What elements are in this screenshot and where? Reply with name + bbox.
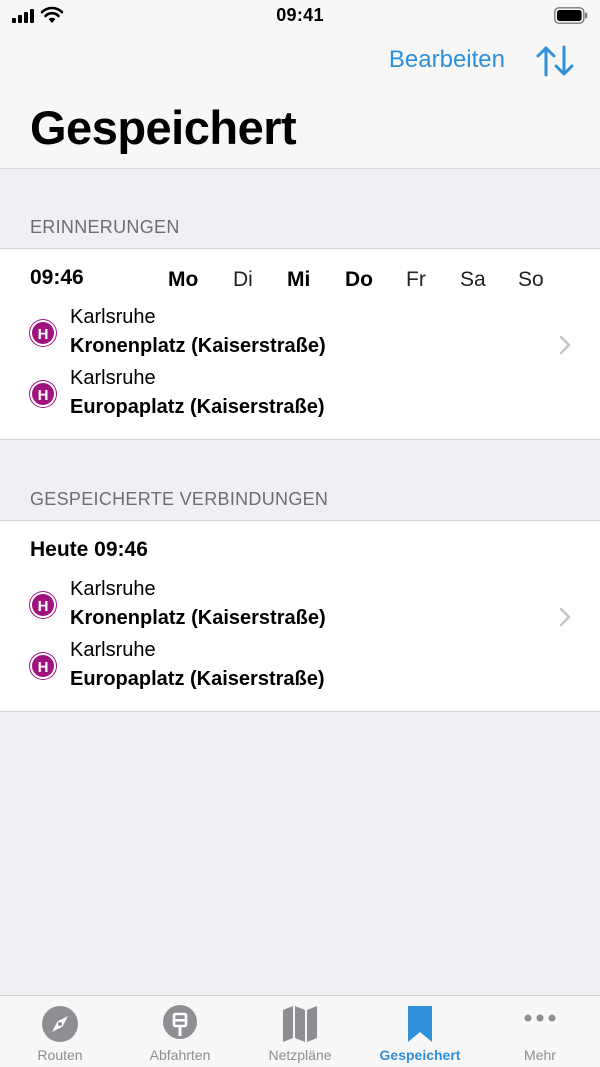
destination-stop: H Karlsruhe Europaplatz (Kaiserstraße) [30, 639, 550, 695]
origin-stop: H Karlsruhe Kronenplatz (Kaiserstraße) [30, 306, 550, 362]
sort-arrows-icon [536, 45, 574, 77]
stop-icon: H [30, 381, 56, 407]
navigation-bar: Bearbeiten Gespeichert [0, 32, 600, 169]
stop-icon: H [30, 320, 56, 346]
tab-netzplaene[interactable]: Netzpläne [240, 996, 360, 1067]
weekday-mi: Mi [287, 268, 311, 291]
battery-icon [554, 7, 588, 24]
map-icon [283, 1006, 317, 1042]
saved-connection-card[interactable]: Heute 09:46 H Karlsruhe Kronenplatz (Kai… [0, 520, 600, 712]
tab-label: Abfahrten [149, 1047, 211, 1063]
weekday-mo: Mo [168, 268, 199, 291]
compass-icon [42, 1006, 78, 1042]
tab-mehr[interactable]: Mehr [480, 996, 600, 1067]
tab-abfahrten[interactable]: Abfahrten [120, 996, 240, 1067]
stop-city: Karlsruhe [70, 639, 156, 661]
stop-name: Kronenplatz (Kaiserstraße) [70, 335, 326, 357]
saved-connections-section-header: GESPEICHERTE VERBINDUNGEN [30, 489, 329, 509]
tab-gespeichert[interactable]: Gespeichert [360, 996, 480, 1067]
tab-routen[interactable]: Routen [0, 996, 120, 1067]
page-title: Gespeichert [30, 101, 297, 154]
status-bar: 09:41 [0, 0, 600, 32]
weekday-di: Di [233, 268, 253, 291]
connection-time: Heute 09:46 [30, 538, 148, 561]
reminder-card[interactable]: 09:46 Mo Di Mi Do Fr Sa So H Karlsruhe K… [0, 248, 600, 440]
bookmark-icon [408, 1006, 432, 1042]
stop-name: Europaplatz (Kaiserstraße) [70, 396, 325, 418]
weekday-fr: Fr [406, 268, 426, 291]
stop-sign-icon [163, 1005, 197, 1039]
sort-button[interactable] [536, 44, 574, 78]
stop-name: Kronenplatz (Kaiserstraße) [70, 607, 326, 629]
stop-city: Karlsruhe [70, 306, 156, 328]
stop-name: Europaplatz (Kaiserstraße) [70, 668, 325, 690]
status-time: 09:41 [276, 5, 324, 25]
stop-icon: H [30, 653, 56, 679]
stop-city: Karlsruhe [70, 578, 156, 600]
destination-stop: H Karlsruhe Europaplatz (Kaiserstraße) [30, 367, 550, 423]
tab-label: Netzpläne [268, 1047, 332, 1063]
chevron-right-icon [559, 335, 571, 355]
weekday-so: So [518, 268, 544, 291]
tab-label: Mehr [524, 1047, 556, 1063]
stop-city: Karlsruhe [70, 367, 156, 389]
edit-button[interactable]: Bearbeiten [389, 46, 505, 74]
weekday-sa: Sa [460, 268, 486, 291]
reminder-time: 09:46 [30, 266, 84, 289]
chevron-right-icon [559, 607, 571, 627]
more-icon [524, 1014, 556, 1022]
origin-stop: H Karlsruhe Kronenplatz (Kaiserstraße) [30, 578, 550, 634]
tab-label: Gespeichert [379, 1047, 461, 1063]
tab-bar: Routen Abfahrten Netzpläne Gespeichert M… [0, 995, 600, 1067]
stop-icon: H [30, 592, 56, 618]
tab-label: Routen [37, 1047, 83, 1063]
reminders-section-header: ERINNERUNGEN [30, 217, 180, 237]
weekday-do: Do [345, 268, 373, 291]
